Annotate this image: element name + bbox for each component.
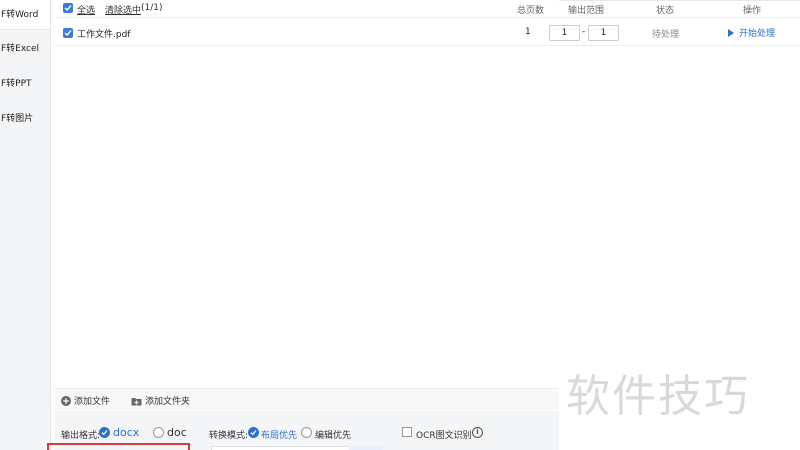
file-checkbox[interactable] bbox=[63, 28, 73, 38]
highlight-box bbox=[47, 443, 190, 450]
folder-plus-icon bbox=[131, 398, 142, 406]
sidebar-item-pdf-to-ppt[interactable]: F转PPT bbox=[0, 69, 50, 99]
column-header-action: 操作 bbox=[743, 6, 762, 16]
radio-unselected-icon bbox=[301, 427, 312, 438]
convert-mode-label: 转换模式: bbox=[209, 431, 249, 441]
start-processing-button[interactable]: 开始处理 bbox=[728, 26, 775, 39]
column-header-status: 状态 bbox=[656, 6, 675, 16]
sidebar-item-pdf-to-excel[interactable]: F转Excel bbox=[0, 34, 50, 64]
check-icon bbox=[64, 5, 72, 12]
ocr-label: OCR图文识别 bbox=[416, 431, 472, 441]
sidebar-item-label: F转Excel bbox=[1, 44, 40, 54]
column-header-output-range: 输出范围 bbox=[568, 6, 605, 16]
add-folder-button[interactable]: 添加文件夹 bbox=[131, 394, 190, 407]
sidebar-item-label: F转图片 bbox=[1, 114, 34, 124]
table-row[interactable]: 工作文件.pdf 1 1 - 1 待处理 开始处理 bbox=[55, 20, 800, 46]
sidebar: F转Word F转Excel F转PPT F转图片 bbox=[0, 0, 51, 450]
table-header: 全选 清除选中 (1/1) 总页数 输出范围 状态 操作 bbox=[55, 0, 800, 18]
range-start-input[interactable]: 1 bbox=[549, 25, 580, 41]
sidebar-item-label: F转PPT bbox=[1, 79, 32, 89]
browse-button[interactable] bbox=[349, 446, 383, 450]
add-file-button[interactable]: 添加文件 bbox=[61, 394, 110, 407]
sidebar-item-pdf-to-word[interactable]: F转Word bbox=[0, 0, 50, 30]
select-all-link[interactable]: 全选 bbox=[77, 3, 95, 16]
mode-layout-label: 布局优先 bbox=[261, 431, 298, 441]
column-header-total-pages: 总页数 bbox=[517, 6, 545, 16]
add-file-label: 添加文件 bbox=[74, 397, 111, 407]
watermark-text: 软件技巧 bbox=[566, 371, 750, 422]
select-all-checkbox[interactable] bbox=[63, 3, 73, 13]
radio-unselected-icon bbox=[153, 427, 164, 438]
file-list-panel: 全选 清除选中 (1/1) 总页数 输出范围 状态 操作 工作文件.pdf 1 … bbox=[55, 0, 800, 450]
range-separator: - bbox=[582, 27, 586, 37]
check-icon bbox=[64, 30, 72, 37]
add-toolbar: 添加文件 添加文件夹 bbox=[55, 388, 559, 410]
mode-edit-label: 编辑优先 bbox=[315, 431, 352, 441]
output-format-label: 输出格式: bbox=[61, 431, 101, 441]
info-icon[interactable]: i bbox=[472, 427, 483, 438]
file-total-pages: 1 bbox=[525, 27, 531, 37]
play-icon bbox=[728, 29, 734, 37]
file-name: 工作文件.pdf bbox=[77, 30, 131, 40]
sidebar-item-label: F转Word bbox=[1, 10, 39, 20]
radio-selected-icon bbox=[99, 427, 110, 438]
selection-count: (1/1) bbox=[141, 3, 163, 13]
plus-circle-icon bbox=[61, 396, 71, 406]
range-end-input[interactable]: 1 bbox=[588, 25, 619, 41]
start-processing-label: 开始处理 bbox=[739, 29, 776, 39]
format-doc-label: doc bbox=[167, 426, 187, 439]
ocr-checkbox[interactable] bbox=[402, 427, 412, 437]
sidebar-item-pdf-to-image[interactable]: F转图片 bbox=[0, 104, 50, 134]
status-text: 待处理 bbox=[652, 30, 680, 40]
add-folder-label: 添加文件夹 bbox=[145, 397, 191, 407]
format-docx-label: docx bbox=[113, 426, 140, 439]
clear-selection-link[interactable]: 清除选中 bbox=[105, 3, 141, 16]
radio-selected-icon bbox=[248, 427, 259, 438]
